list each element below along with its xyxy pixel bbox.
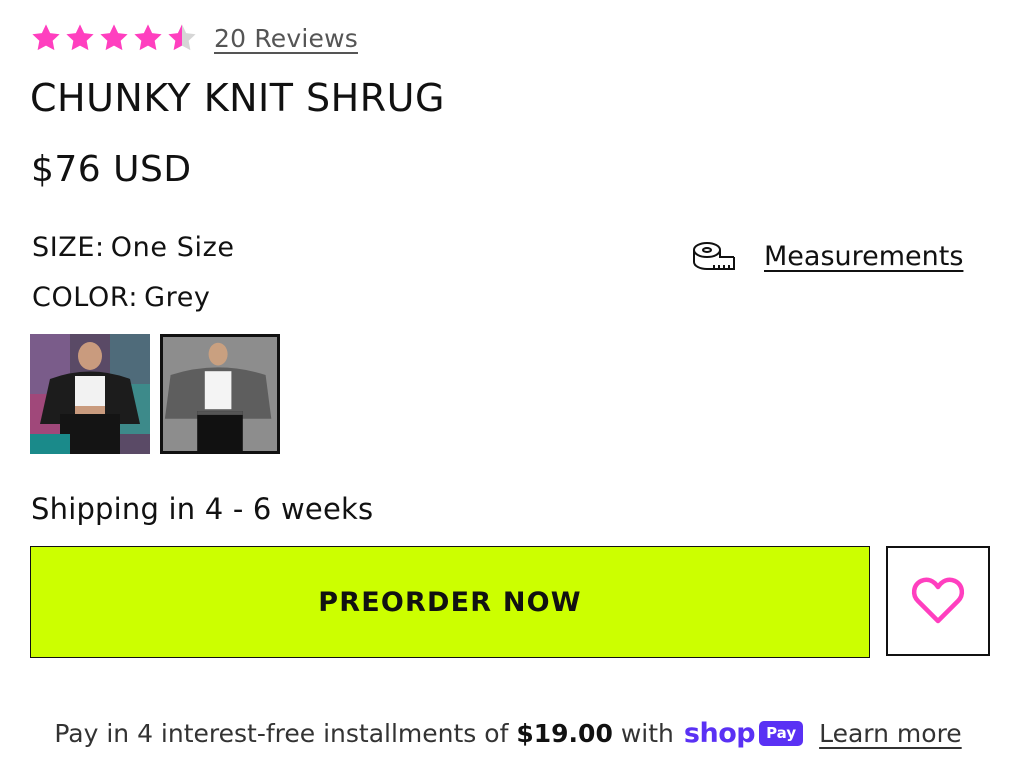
- size-value: One Size: [110, 232, 235, 263]
- size-label: SIZE:: [32, 232, 105, 263]
- tape-measure-icon: [693, 242, 735, 270]
- star-rating: [30, 22, 198, 54]
- star-icon: [100, 24, 128, 51]
- heart-icon: [911, 577, 965, 624]
- shipping-estimate: Shipping in 4 - 6 weeks: [31, 492, 374, 526]
- measurements-label: Measurements: [764, 240, 964, 272]
- shop-pay-logo: shop Pay: [683, 718, 804, 749]
- product-price: $76 USD: [31, 149, 192, 190]
- reviews-link[interactable]: 20 Reviews: [214, 24, 358, 53]
- star-icon: [134, 24, 162, 51]
- star-icon: [32, 24, 60, 51]
- grey-shrug-swatch[interactable]: [160, 334, 280, 454]
- color-swatches: [30, 334, 280, 454]
- installments-banner: Pay in 4 interest-free installments of $…: [0, 718, 1016, 749]
- star-icon: [66, 24, 94, 51]
- color-value: Grey: [144, 282, 211, 313]
- rating-row: 20 Reviews: [30, 22, 358, 54]
- measurements-link[interactable]: Measurements: [692, 238, 963, 274]
- installments-with: with: [620, 719, 674, 748]
- preorder-button[interactable]: PREORDER NOW: [30, 546, 870, 658]
- black-shrug-thumbnail: [30, 334, 150, 454]
- product-title: CHUNKY KNIT SHRUG: [30, 76, 445, 120]
- shop-wordmark: shop: [683, 718, 756, 749]
- pay-badge: Pay: [759, 721, 804, 746]
- installments-text: Pay in 4 interest-free installments of: [54, 719, 509, 748]
- learn-more-link[interactable]: Learn more: [819, 719, 962, 748]
- black-shrug-swatch[interactable]: [30, 334, 150, 454]
- color-option: COLOR: Grey: [32, 282, 211, 313]
- product-info-panel: 20 Reviews CHUNKY KNIT SHRUG $76 USD SIZ…: [0, 0, 1016, 772]
- color-label: COLOR:: [32, 282, 139, 313]
- half-star-icon: [168, 24, 196, 51]
- wishlist-button[interactable]: [886, 546, 990, 656]
- size-option: SIZE: One Size: [32, 232, 235, 263]
- installment-amount: $19.00: [516, 719, 613, 748]
- grey-shrug-thumbnail: [163, 337, 277, 451]
